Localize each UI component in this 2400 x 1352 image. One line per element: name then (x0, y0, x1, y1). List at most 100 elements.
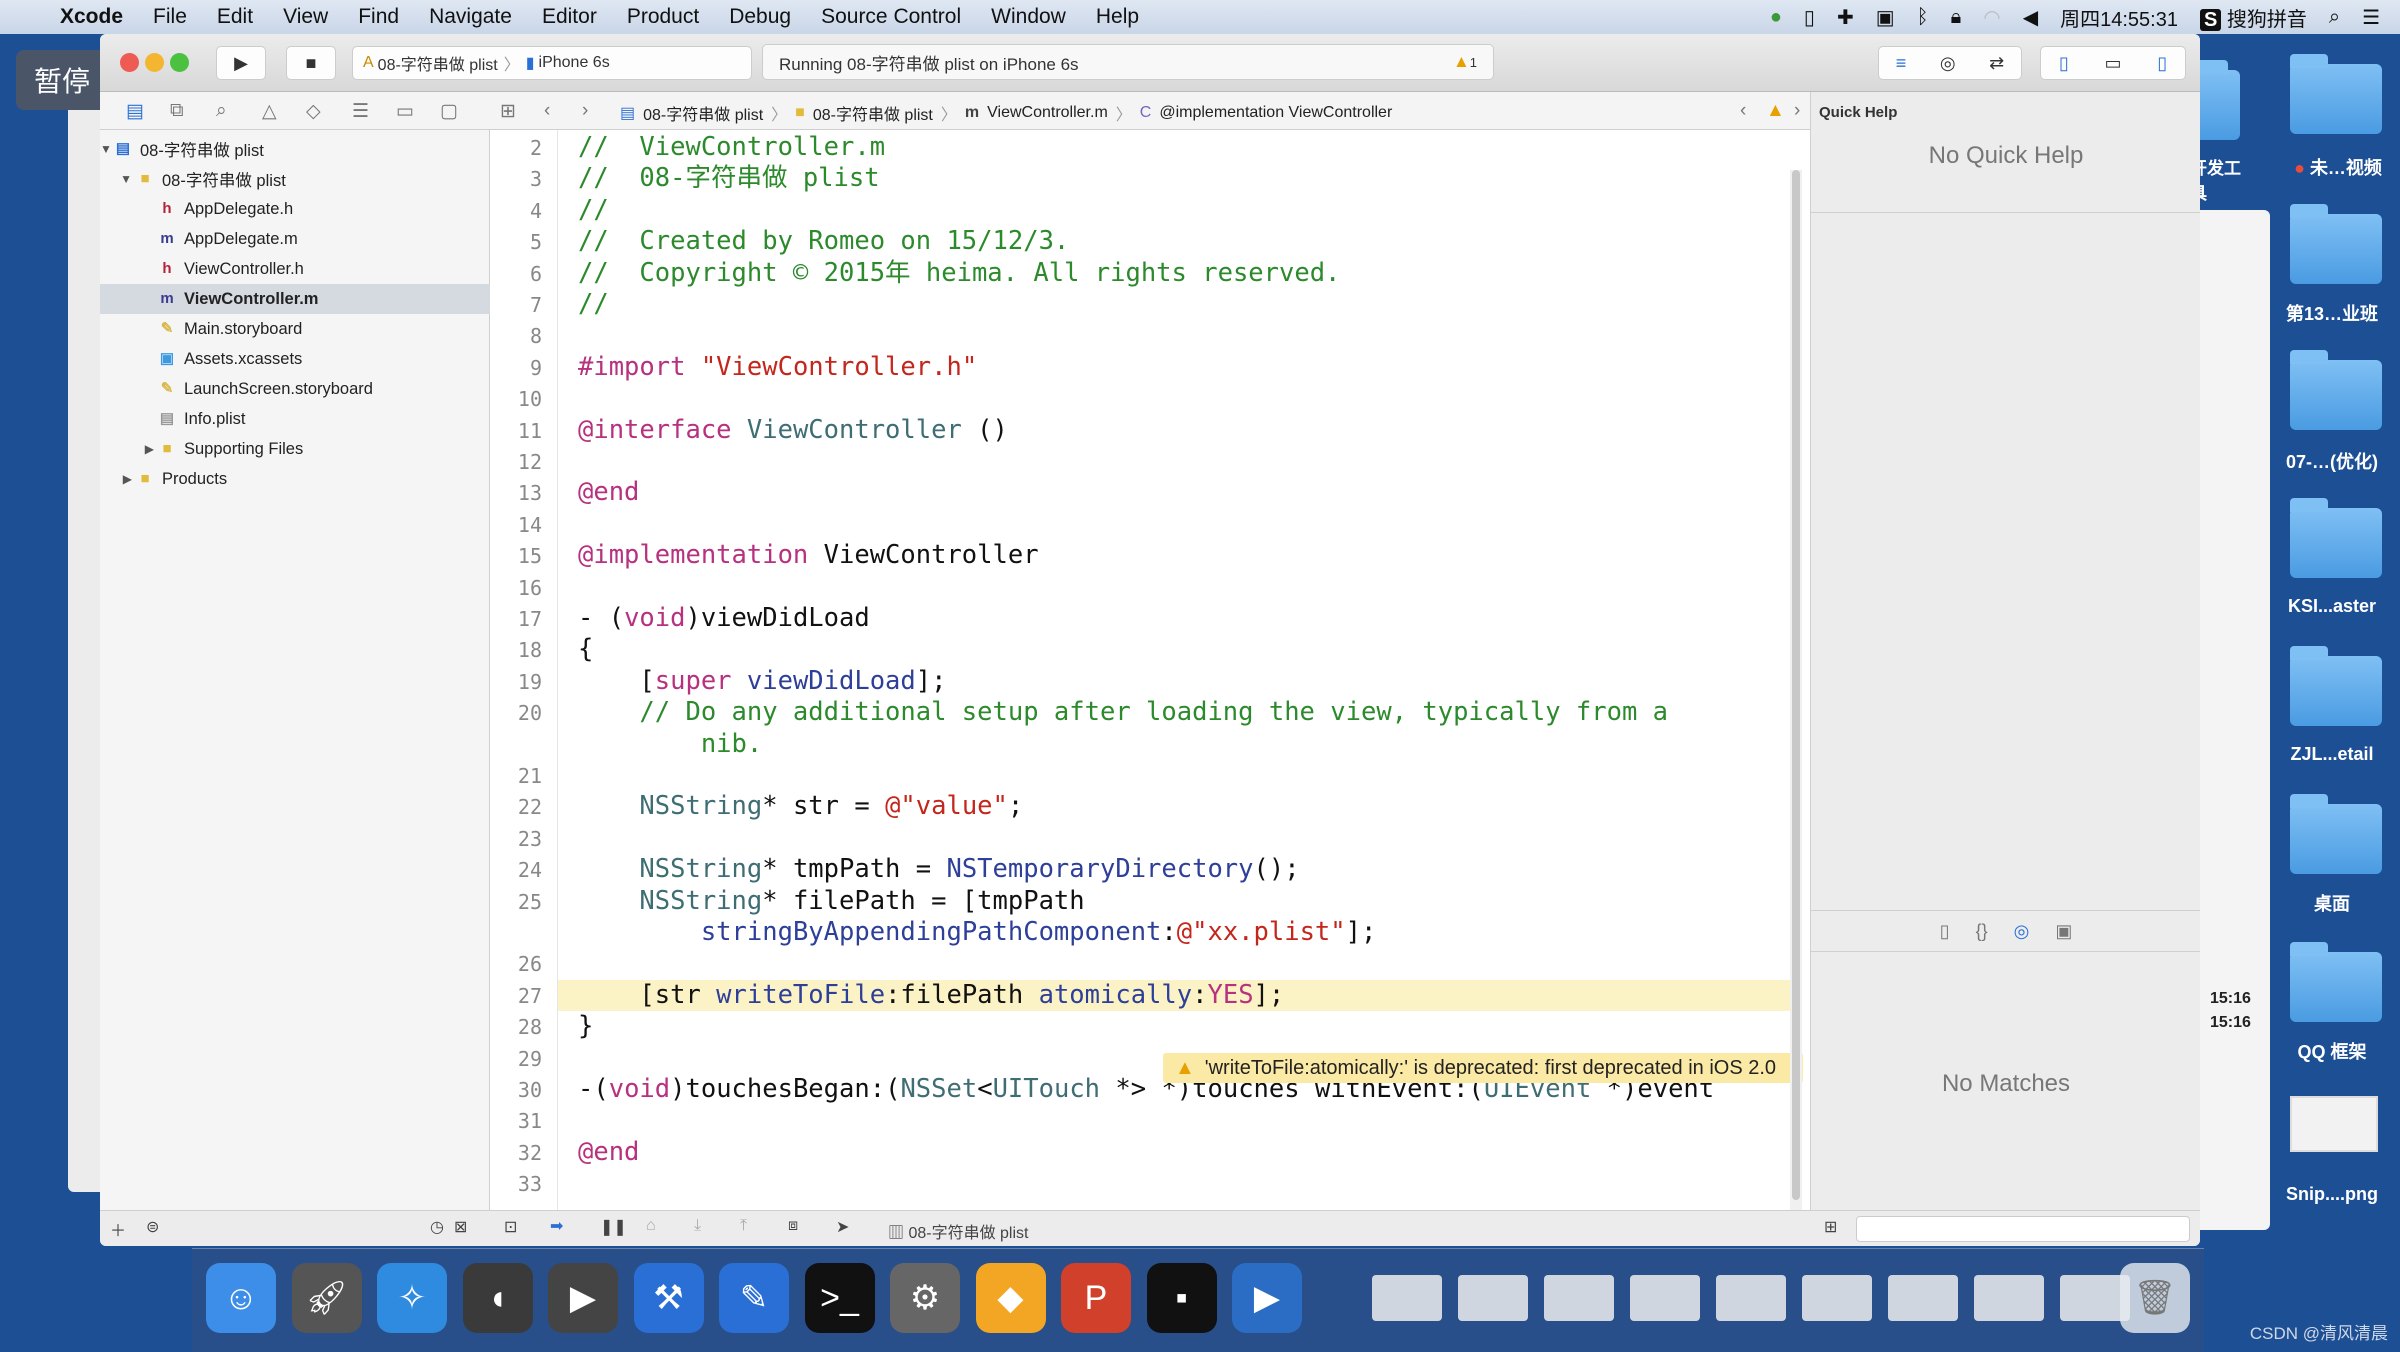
desktop-label[interactable]: Snip....png (2262, 1184, 2400, 1205)
line-number[interactable]: 6 (490, 262, 542, 286)
symbol-navigator-icon[interactable]: ⧉ (170, 100, 184, 122)
xcode-icon[interactable]: ⚒ (633, 1263, 704, 1333)
scm-filter-icon[interactable]: ⊠ (454, 1217, 467, 1237)
navigator-item[interactable]: m ViewController.m (100, 284, 490, 314)
line-number[interactable]: 25 (490, 890, 542, 914)
line-number[interactable]: 30 (490, 1078, 542, 1102)
line-number[interactable]: 13 (490, 481, 542, 505)
step-in-icon[interactable]: ⤓ (694, 1217, 701, 1235)
sketch-icon[interactable]: ◆ (975, 1263, 1046, 1333)
line-number[interactable]: 8 (490, 324, 542, 348)
line-number[interactable]: 18 (490, 638, 542, 662)
disclosure-triangle-icon[interactable]: ▶ (100, 472, 136, 486)
menu-file[interactable]: File (153, 5, 187, 29)
line-number[interactable]: 26 (490, 952, 542, 976)
line-number[interactable]: 3 (490, 167, 542, 191)
image-thumbnail-icon[interactable] (2290, 1096, 2378, 1152)
wifi-icon[interactable]: ◠ (1983, 5, 2000, 30)
camera-icon[interactable]: ▣ (1876, 5, 1895, 30)
disclosure-triangle-icon[interactable]: ▶ (100, 442, 158, 456)
line-number[interactable]: 5 (490, 230, 542, 254)
filter-icon[interactable]: ⊜ (146, 1217, 159, 1237)
background-window[interactable]: 15:16 15:16 (2190, 210, 2270, 1230)
minimized-window-icon[interactable] (1458, 1275, 1528, 1321)
library-filter-input[interactable] (1856, 1216, 2190, 1242)
navigator-item[interactable]: ▼ ■ 08-字符串做 plist (100, 164, 490, 194)
code-line[interactable]: #import "ViewController.h" (578, 352, 977, 383)
exec-icon[interactable]: ▪ (1146, 1263, 1217, 1333)
code-line[interactable]: NSString* str = @"value"; (578, 791, 1023, 822)
video-editor-icon[interactable]: ▶ (548, 1263, 618, 1333)
mouse-icon[interactable]: ◖ (462, 1263, 533, 1333)
toggle-navigator-icon[interactable]: ▯ (2059, 53, 2069, 74)
add-icon[interactable]: ＋ (110, 1217, 126, 1241)
issue-navigator-icon[interactable]: △ (262, 100, 277, 123)
line-number[interactable]: 28 (490, 1015, 542, 1039)
version-editor-icon[interactable]: ⇄ (1989, 53, 2004, 74)
breakpoints-toggle-icon[interactable]: ➡ (550, 1216, 563, 1236)
line-number[interactable]: 23 (490, 827, 542, 851)
run-button[interactable]: ▶ (216, 46, 266, 80)
code-line[interactable]: // (578, 195, 609, 226)
line-number[interactable]: 33 (490, 1172, 542, 1196)
menu-app[interactable]: Xcode (60, 5, 123, 29)
line-number[interactable]: 19 (490, 670, 542, 694)
disclosure-triangle-icon[interactable]: ▼ (100, 142, 114, 156)
minimized-window-icon[interactable] (1372, 1275, 1442, 1321)
menu-product[interactable]: Product (627, 5, 699, 29)
line-number[interactable]: 2 (490, 136, 542, 160)
test-navigator-icon[interactable]: ◇ (306, 100, 321, 123)
scheme-selector[interactable]: A 08-字符串做 plist 〉 ▮ iPhone 6s (352, 46, 752, 80)
code-line[interactable]: // ViewController.m (578, 132, 885, 163)
line-number[interactable]: 16 (490, 576, 542, 600)
code-line[interactable]: nib. (578, 729, 762, 760)
trash-icon[interactable]: 🗑︎ (2120, 1263, 2190, 1333)
minimized-window-icon[interactable] (1544, 1275, 1614, 1321)
project-navigator-icon[interactable]: ▤ (126, 100, 144, 123)
minimized-window-icon[interactable] (1888, 1275, 1958, 1321)
line-number[interactable]: 15 (490, 544, 542, 568)
warning-balloon[interactable]: ▲ 'writeToFile:atomically:' is deprecated… (1163, 1053, 1803, 1083)
next-issue-icon[interactable]: › (1794, 100, 1800, 122)
navigator-item[interactable]: ✎ LaunchScreen.storyboard (100, 374, 490, 404)
toggle-debug-area-icon[interactable]: ▭ (2104, 53, 2121, 74)
code-line[interactable]: @end (578, 1137, 639, 1168)
minimized-window-icon[interactable] (1716, 1275, 1786, 1321)
desktop-label[interactable]: KSI...aster (2262, 596, 2400, 617)
recent-files-icon[interactable]: ◷ (430, 1217, 444, 1237)
step-over-icon[interactable]: ⌂ (646, 1217, 656, 1235)
breakpoint-navigator-icon[interactable]: ▭ (396, 100, 414, 123)
safari-icon[interactable]: ✧ (377, 1263, 447, 1333)
launchpad-icon[interactable]: 🚀︎ (291, 1263, 362, 1333)
assistant-editor-icon[interactable]: ◎ (1940, 53, 1956, 74)
vertical-scrollbar[interactable] (1790, 170, 1802, 1210)
folder-icon[interactable] (2290, 646, 2382, 726)
pause-overlay[interactable]: 暂停 (16, 50, 108, 110)
code-line[interactable]: // Do any additional setup after loading… (578, 697, 1668, 728)
close-button[interactable] (120, 53, 139, 72)
line-number[interactable]: 22 (490, 795, 542, 819)
code-line[interactable]: stringByAppendingPathComponent:@"xx.plis… (578, 917, 1377, 948)
code-line[interactable]: - (void)viewDidLoad (578, 603, 870, 634)
line-number[interactable]: 32 (490, 1141, 542, 1165)
disclosure-triangle-icon[interactable]: ▼ (100, 172, 136, 186)
navigator-item[interactable]: ▼ ▤ 08-字符串做 plist (100, 134, 490, 164)
line-number[interactable]: 12 (490, 450, 542, 474)
target-selector[interactable]: ▥ 08-字符串做 plist (888, 1219, 1028, 1243)
plus-icon[interactable]: ✚ (1837, 5, 1854, 30)
clock[interactable]: 周四14:55:31 (2060, 3, 2178, 32)
code-line[interactable]: // Created by Romeo on 15/12/3. (578, 226, 1069, 257)
location-icon[interactable]: ➤ (836, 1217, 849, 1237)
navigator-item[interactable]: ▤ Info.plist (100, 404, 490, 434)
quicktime-icon[interactable]: ▶ (1232, 1263, 1302, 1333)
line-number[interactable]: 27 (490, 984, 542, 1008)
breadcrumb-item[interactable]: 08-字符串做 plist (643, 101, 763, 125)
line-number[interactable]: 10 (490, 387, 542, 411)
desktop-label[interactable]: QQ 框架 (2262, 1038, 2400, 1064)
line-number[interactable]: 14 (490, 513, 542, 537)
folder-icon[interactable] (2290, 350, 2382, 430)
finder-icon[interactable]: ☺ (206, 1263, 276, 1333)
step-out-icon[interactable]: ⤒ (740, 1217, 747, 1235)
code-line[interactable]: { (578, 634, 593, 665)
minimized-window-icon[interactable] (1974, 1275, 2044, 1321)
